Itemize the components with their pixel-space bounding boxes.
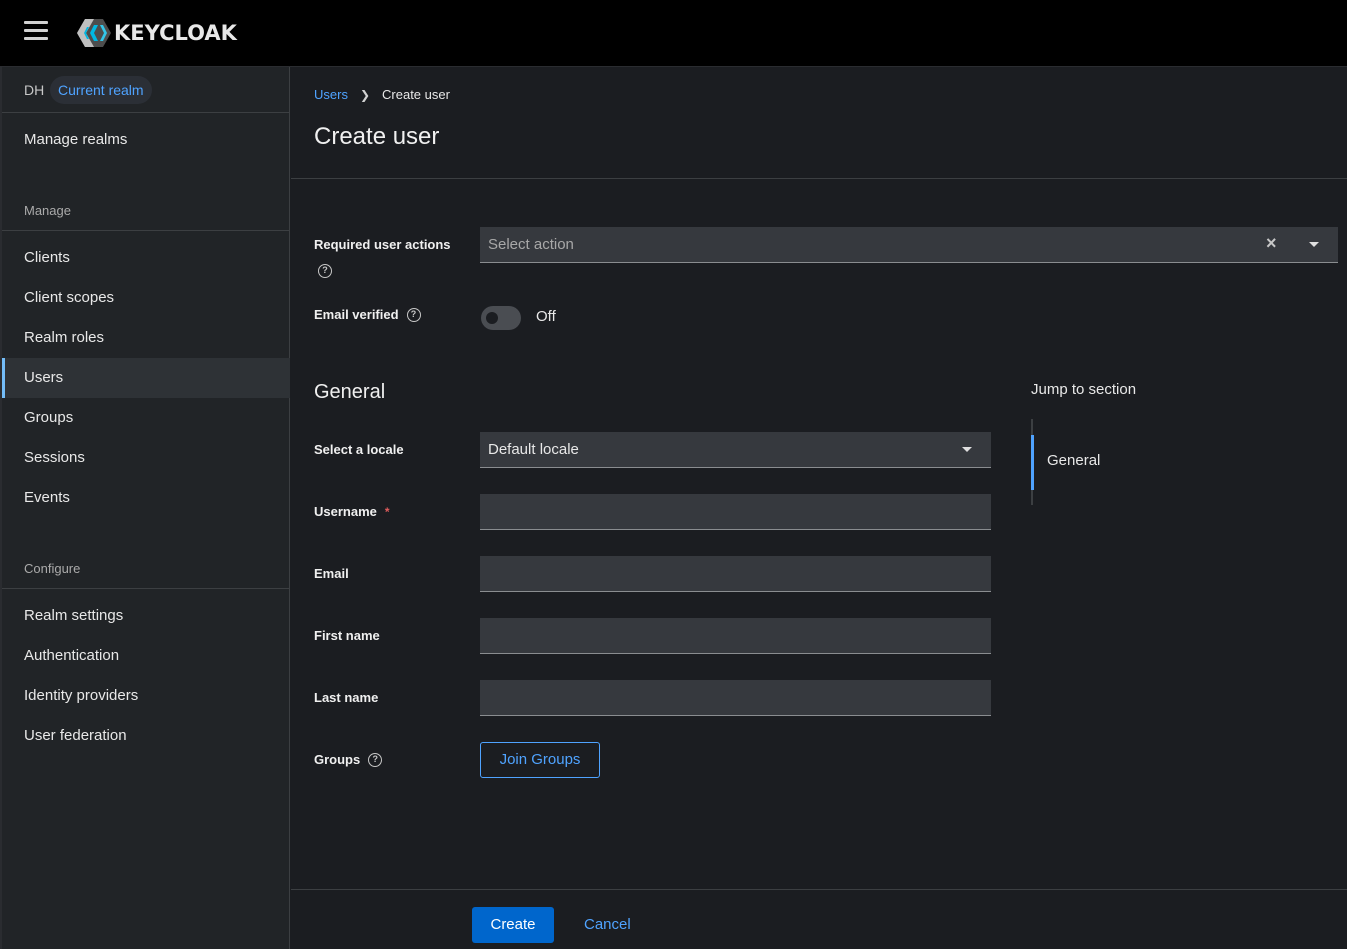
divider	[2, 588, 290, 589]
sidebar-item-groups[interactable]: Groups	[2, 398, 290, 438]
help-icon[interactable]: ?	[368, 752, 383, 767]
first-name-input[interactable]	[480, 618, 991, 653]
email-input[interactable]	[480, 556, 991, 591]
main-content: Users ❯ Create user Create user Required…	[291, 67, 1347, 949]
sidebar-section-manage: Manage	[24, 203, 71, 218]
help-icon[interactable]: ?	[318, 264, 332, 278]
breadcrumb-users-link[interactable]: Users	[314, 87, 348, 102]
email-label: Email	[314, 566, 349, 581]
caret-down-icon[interactable]	[1309, 242, 1319, 247]
sidebar-item-realm-roles[interactable]: Realm roles	[2, 318, 290, 358]
keycloak-logo-icon	[77, 19, 111, 47]
email-verified-label: Email verified ?	[314, 307, 421, 322]
groups-label: Groups ?	[314, 752, 383, 767]
clear-icon[interactable]: ×	[1266, 233, 1277, 254]
sidebar-item-identity-providers[interactable]: Identity providers	[2, 676, 290, 716]
last-name-field[interactable]	[480, 680, 991, 716]
username-label-text: Username	[314, 504, 377, 519]
email-field[interactable]	[480, 556, 991, 592]
email-verified-state: Off	[536, 308, 556, 325]
groups-label-text: Groups	[314, 752, 361, 767]
required-actions-placeholder: Select action	[488, 236, 574, 253]
form-actions: Create Cancel	[291, 889, 1347, 949]
hamburger-icon[interactable]	[24, 21, 48, 41]
masthead: KEYCLOAK	[0, 0, 1347, 67]
help-icon[interactable]: ?	[406, 307, 421, 322]
last-name-input[interactable]	[480, 680, 991, 715]
realm-selector[interactable]: DH Current realm	[2, 67, 290, 113]
sidebar: DH Current realm Manage realms Manage Cl…	[0, 67, 290, 949]
locale-label: Select a locale	[314, 442, 404, 457]
jump-active-indicator	[1031, 435, 1034, 490]
toggle-knob	[486, 312, 498, 324]
divider	[2, 230, 290, 231]
required-indicator: *	[384, 504, 390, 519]
sidebar-item-manage-realms[interactable]: Manage realms	[2, 120, 290, 160]
sidebar-item-sessions[interactable]: Sessions	[2, 438, 290, 478]
realm-name: DH	[24, 82, 45, 98]
username-label: Username *	[314, 504, 390, 519]
jump-to-section-title: Jump to section	[1031, 381, 1137, 398]
required-actions-select[interactable]: Select action ×	[480, 227, 1338, 263]
sidebar-item-clients[interactable]: Clients	[2, 238, 290, 278]
page-header: Users ❯ Create user Create user	[291, 67, 1347, 179]
sidebar-item-client-scopes[interactable]: Client scopes	[2, 278, 290, 318]
sidebar-item-events[interactable]: Events	[2, 478, 290, 518]
jump-link-general[interactable]: General	[1047, 452, 1100, 469]
current-realm-badge: Current realm	[50, 76, 152, 104]
sidebar-item-users[interactable]: Users	[2, 358, 290, 398]
breadcrumb: Users ❯ Create user	[314, 87, 450, 102]
first-name-field[interactable]	[480, 618, 991, 654]
cancel-button[interactable]: Cancel	[584, 907, 631, 943]
last-name-label: Last name	[314, 690, 379, 705]
caret-down-icon	[962, 447, 972, 452]
sidebar-item-realm-settings[interactable]: Realm settings	[2, 596, 290, 636]
required-actions-label-text: Required user actions	[314, 237, 451, 252]
page-title: Create user	[314, 123, 440, 150]
general-section-title: General	[314, 381, 386, 403]
required-actions-label: Required user actions	[314, 237, 451, 252]
sidebar-section-configure: Configure	[24, 561, 81, 576]
email-verified-label-text: Email verified	[314, 307, 399, 322]
first-name-label: First name	[314, 628, 380, 643]
sidebar-item-authentication[interactable]: Authentication	[2, 636, 290, 676]
chevron-right-icon: ❯	[359, 87, 371, 102]
locale-select[interactable]: Default locale	[480, 432, 991, 468]
locale-value: Default locale	[488, 441, 579, 458]
create-button[interactable]: Create	[472, 907, 554, 943]
join-groups-button[interactable]: Join Groups	[480, 742, 600, 778]
brand-name: KEYCLOAK	[114, 21, 237, 45]
sidebar-item-user-federation[interactable]: User federation	[2, 716, 290, 756]
username-field[interactable]	[480, 494, 991, 530]
username-input[interactable]	[480, 494, 991, 529]
breadcrumb-current: Create user	[382, 87, 450, 102]
keycloak-logo[interactable]: KEYCLOAK	[76, 17, 237, 49]
email-verified-toggle[interactable]	[481, 306, 521, 330]
